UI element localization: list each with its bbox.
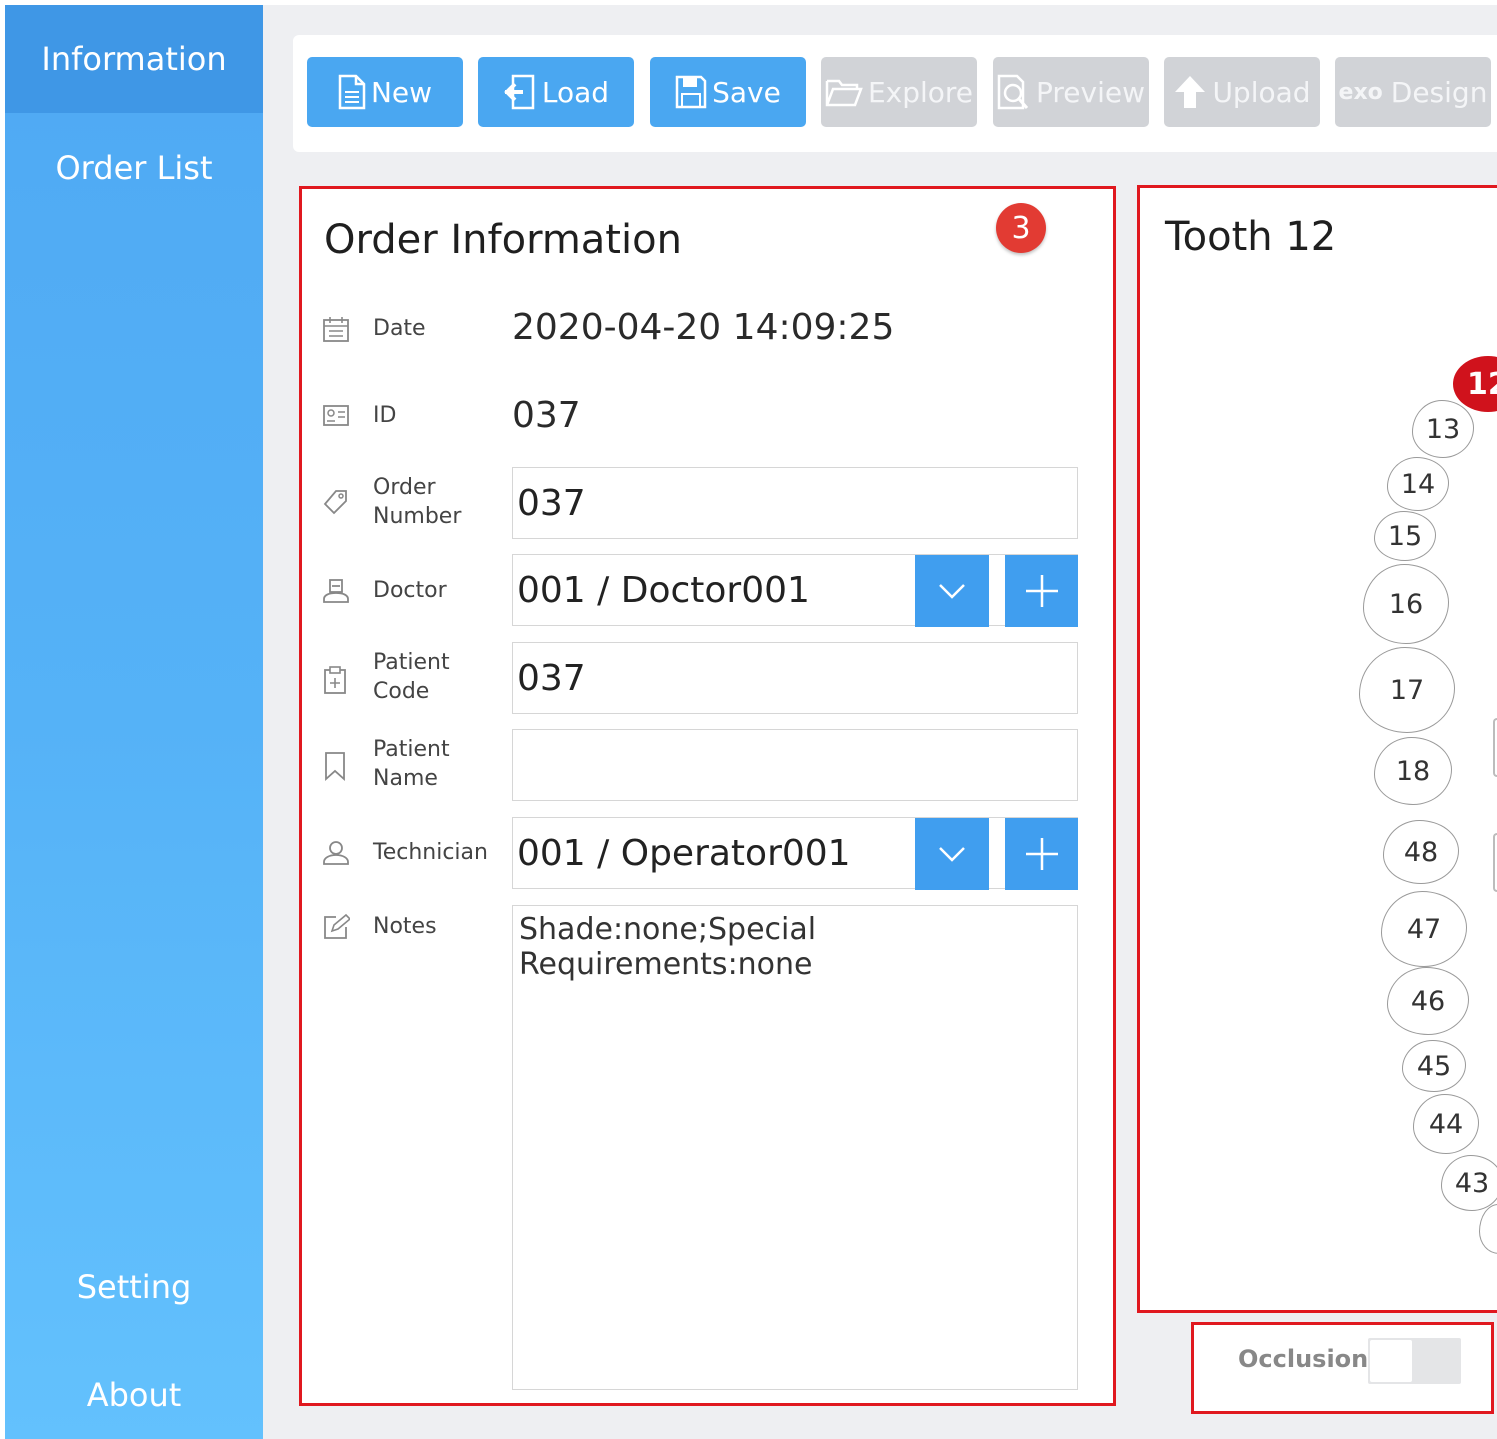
tooth-45[interactable]: 45 [1402,1040,1466,1092]
technician-dropdown-button[interactable] [915,818,989,890]
occlusion-label: Occlusion [1238,1345,1369,1373]
patient-code-field[interactable]: 037 [512,642,1078,714]
tooth-42-partial[interactable] [1479,1204,1497,1254]
panel-title: Order Information [324,217,682,263]
exo-logo: exo [1338,79,1383,105]
tooth-48[interactable]: 48 [1383,820,1459,884]
order-number-value: 037 [517,483,586,524]
doctor-dropdown-button[interactable] [915,555,989,627]
patient-code-label: Patient Code [373,648,450,706]
patient-name-label-line1: Patient [373,737,450,762]
occlusion-toggle[interactable] [1368,1338,1461,1384]
id-label: ID [373,403,397,428]
order-number-label-line2: Number [373,504,462,529]
tooth-44[interactable]: 44 [1413,1094,1479,1154]
tooth-13[interactable]: 13 [1412,400,1474,458]
sidebar-item-order-list[interactable]: Order List [5,148,263,188]
occlusion-section: Occlusion [1191,1322,1494,1414]
sidebar-item-information[interactable]: Information [5,5,263,113]
upload-button-label: Upload [1212,75,1311,109]
tooth-panel: Tooth 12 12 13 14 15 16 17 18 48 47 46 4… [1137,185,1497,1313]
patient-name-label: Patient Name [373,735,450,793]
technician-combobox[interactable]: 001 / Operator001 [512,817,1078,890]
save-button-label: Save [712,75,781,109]
tag-icon [323,490,347,515]
tooth-18[interactable]: 18 [1374,737,1452,805]
tooth-14[interactable]: 14 [1387,457,1449,511]
load-button-label: Load [541,75,610,109]
plus-icon [1025,575,1058,607]
technician-value: 001 / Operator001 [517,833,851,874]
tooth-panel-title: Tooth 12 [1165,214,1337,260]
load-button[interactable]: Load [478,57,634,127]
order-information-panel: Order Information 3 Date 2020-04-20 14:0… [299,186,1116,1406]
patient-code-label-line1: Patient [373,650,450,675]
preview-button[interactable]: Preview [993,57,1149,127]
doctor-label: Doctor [373,578,447,603]
toolbar: New Load Save Explore Preview Upload exo… [293,35,1497,152]
new-file-icon [338,74,366,110]
technician-label: Technician [373,840,488,865]
tooth-43[interactable]: 43 [1441,1155,1497,1211]
tooth-16[interactable]: 16 [1363,564,1449,644]
id-value: 037 [512,395,581,436]
clipboard-icon [324,666,346,694]
order-number-label-line1: Order [373,475,436,500]
upload-arrow-icon [1175,76,1206,108]
tooth-47[interactable]: 47 [1381,891,1467,967]
patient-code-label-line2: Code [373,679,430,704]
load-icon [504,74,535,110]
upload-button[interactable]: Upload [1164,57,1320,127]
new-button[interactable]: New [307,57,463,127]
step-badge: 3 [996,203,1046,253]
user-icon [323,841,349,865]
calendar-icon [323,317,349,342]
patient-code-value: 037 [517,658,586,699]
save-button[interactable]: Save [650,57,806,127]
save-floppy-icon [675,75,707,109]
design-button-label: Design [1390,75,1488,109]
explore-button[interactable]: Explore [821,57,977,127]
doctor-combobox[interactable]: 001 / Doctor001 [512,554,1078,627]
id-card-icon [323,405,349,426]
order-number-label: Order Number [373,473,461,531]
date-label: Date [373,316,426,341]
folder-open-icon [825,79,863,107]
bookmark-icon [325,752,345,781]
date-value: 2020-04-20 14:09:25 [512,307,895,348]
tooth-46[interactable]: 46 [1387,967,1469,1035]
doctor-icon [323,579,349,603]
chevron-down-icon [939,584,965,599]
notes-textarea[interactable]: Shade:none;Special Requirements:none [512,905,1078,1390]
sidebar: Information Order List Setting About [5,5,263,1439]
tooth-15[interactable]: 15 [1374,511,1436,561]
explore-button-label: Explore [867,75,974,109]
preview-magnifier-icon [997,74,1029,110]
doctor-value: 001 / Doctor001 [517,570,810,611]
plus-icon [1025,838,1058,870]
exo-design-button[interactable]: exo Design [1335,57,1491,127]
sidebar-item-setting[interactable]: Setting [5,1267,263,1307]
order-number-field[interactable]: 037 [512,467,1078,539]
patient-name-field[interactable] [512,729,1078,801]
tooth-17[interactable]: 17 [1359,647,1455,733]
notes-label: Notes [373,914,437,939]
sidebar-item-about[interactable]: About [5,1375,263,1415]
jaw-divider-lower [1493,833,1497,892]
add-technician-button[interactable] [1005,818,1078,890]
add-doctor-button[interactable] [1005,555,1078,627]
jaw-divider-upper [1493,718,1497,777]
new-button-label: New [370,75,433,109]
preview-button-label: Preview [1036,75,1145,109]
chevron-down-icon [939,847,965,862]
tooth-12-selected[interactable]: 12 [1453,356,1497,412]
edit-icon [324,913,350,939]
occlusion-toggle-knob [1370,1340,1412,1382]
patient-name-label-line2: Name [373,766,438,791]
